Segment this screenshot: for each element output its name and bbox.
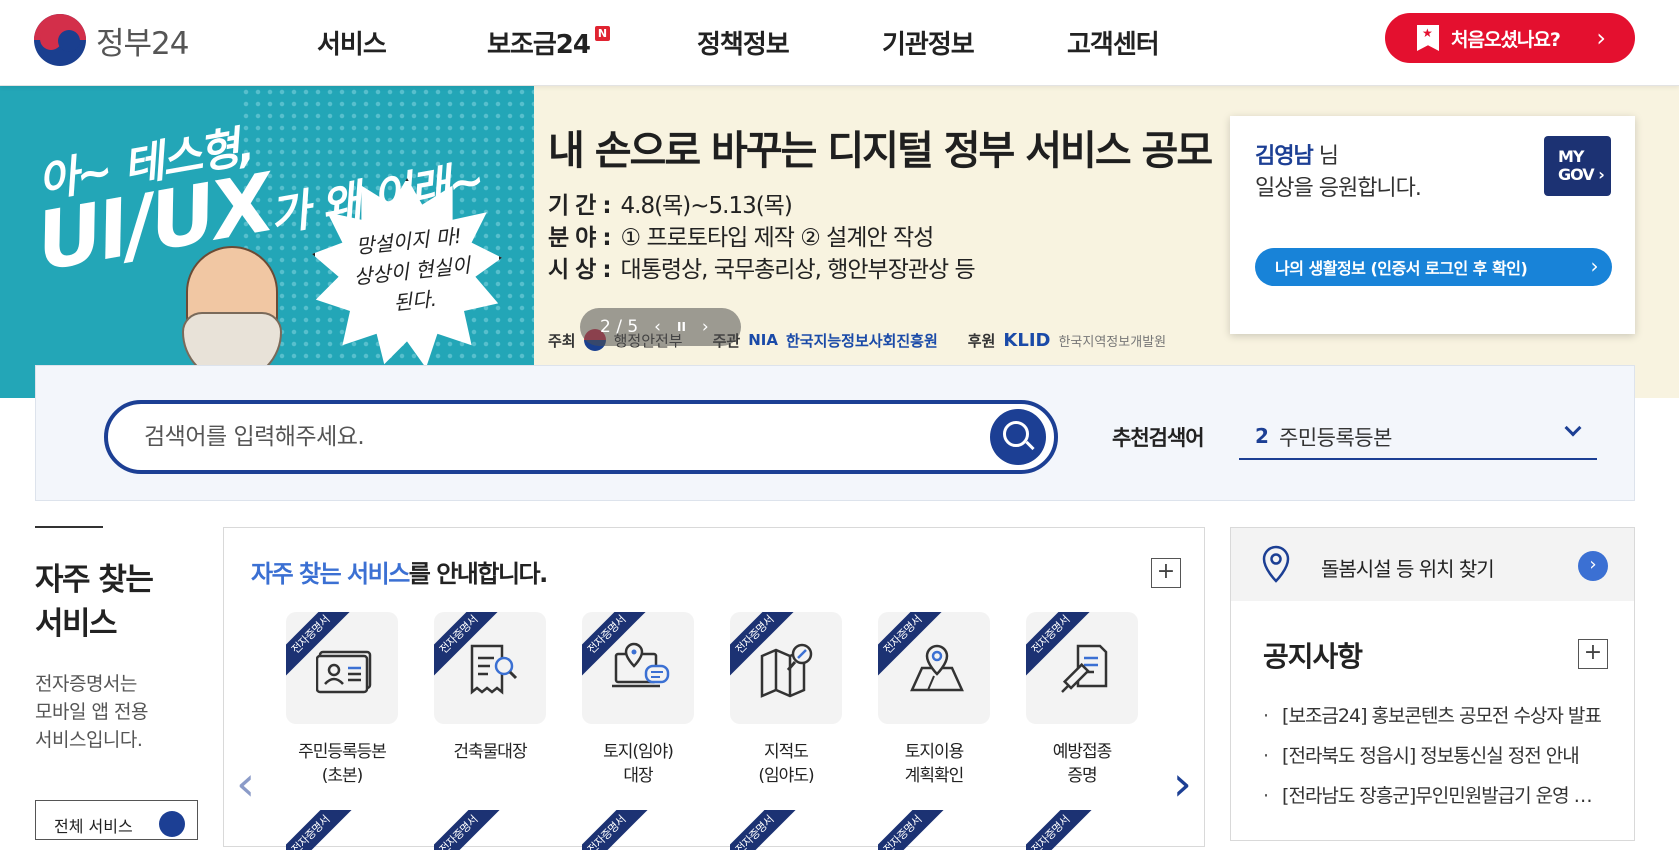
- slide-counter: 2 / 5: [600, 317, 639, 337]
- recommend-term[interactable]: 주민등록등본: [1279, 422, 1392, 452]
- search-section: 추천검색어 2 주민등록등본: [35, 365, 1635, 501]
- mygov-button[interactable]: MY GOV ›: [1544, 136, 1611, 196]
- prev-services-arrow[interactable]: ‹: [236, 760, 255, 808]
- search-input[interactable]: [144, 422, 944, 452]
- my-info-card: 김영남 님 일상을 응원합니다. MY GOV › 나의 생활정보 (인증서 로…: [1230, 116, 1635, 334]
- first-visit-label: 처음오셨나요?: [1451, 28, 1561, 51]
- new-badge: N: [594, 26, 610, 41]
- recommend-label: 추천검색어: [1112, 426, 1205, 450]
- service-item-row2[interactable]: 전자증명서: [878, 810, 990, 850]
- pause-icon[interactable]: II: [677, 320, 686, 334]
- chevron-right-icon[interactable]: ›: [1578, 551, 1608, 581]
- service-item-row2[interactable]: 전자증명서: [582, 810, 694, 850]
- speech-burst-text: 망설이지 마! 상상이 현실이 된다.: [352, 223, 472, 316]
- divider: [35, 526, 103, 528]
- klid-logo: KLID: [1003, 329, 1051, 351]
- care-facility-locator[interactable]: 돌봄시설 등 위치 찾기 ›: [1230, 527, 1635, 602]
- notice-item[interactable]: [전라북도 정읍시] 정보통신실 정전 안내: [1263, 741, 1603, 768]
- service-item-cadastral-map[interactable]: 전자증명서 지적도 (임야도): [730, 612, 842, 788]
- service-item-resident-registration[interactable]: 전자증명서 주민등록등본 (초본): [286, 612, 398, 788]
- banner-title: 내 손으로 바꾸는 디지털 정부 서비스 공모: [548, 128, 1213, 174]
- more-notices-button[interactable]: +: [1578, 639, 1608, 669]
- service-item-land-use-plan[interactable]: 전자증명서 토지이용 계획확인: [878, 612, 990, 788]
- frequent-services-panel: 자주 찾는 서비스를 안내합니다. + 전자증명서 주민등록등본 (초본) 전자증…: [223, 527, 1205, 850]
- government-emblem-icon: [34, 14, 86, 66]
- next-services-arrow[interactable]: ›: [1173, 760, 1192, 808]
- search-button[interactable]: [990, 409, 1046, 465]
- search-box: [104, 400, 1058, 474]
- more-services-button[interactable]: +: [1151, 558, 1181, 588]
- map-search-icon: [760, 643, 813, 698]
- nav-item-customer-center[interactable]: 고객센터: [1067, 24, 1160, 61]
- service-item-land-register[interactable]: 전자증명서 토지(임야) 대장: [582, 612, 694, 788]
- frequent-services-title: 자주 찾는 서비스: [35, 562, 154, 642]
- recommend-dropdown[interactable]: 2 주민등록등본: [1239, 406, 1597, 460]
- service-item-building-register[interactable]: 전자증명서 건축물대장: [434, 612, 546, 764]
- chevron-down-icon[interactable]: [1564, 419, 1582, 437]
- service-item-row2[interactable]: 전자증명서: [434, 810, 546, 850]
- banner-slider-controls: 2 / 5 ‹ II ›: [580, 308, 741, 346]
- banner-period: 기 간 :4.8(목)~5.13(목): [548, 193, 793, 219]
- nav-item-services[interactable]: 서비스: [317, 24, 387, 61]
- first-visit-button[interactable]: 처음오셨나요? ›: [1385, 13, 1635, 63]
- chevron-right-icon: ›: [1596, 24, 1606, 52]
- notice-section: 공지사항 + [보조금24] 홍보콘텐츠 공모전 수상자 발표 [전라북도 정읍…: [1230, 601, 1635, 841]
- site-logo[interactable]: 정부24: [34, 14, 189, 66]
- notice-title: 공지사항: [1263, 640, 1363, 673]
- service-label: 예방접종 증명: [1052, 742, 1113, 786]
- user-name: 김영남: [1255, 144, 1314, 169]
- land-location-icon: [612, 642, 670, 688]
- syringe-icon: [1061, 644, 1108, 693]
- service-label: 토지이용 계획확인: [904, 742, 965, 786]
- recommend-rank: 2: [1255, 424, 1269, 448]
- service-item-vaccination-certificate[interactable]: 전자증명서 예방접종 증명: [1026, 612, 1138, 788]
- nav-item-policy-info[interactable]: 정책정보: [697, 24, 790, 61]
- document-search-icon: [470, 644, 518, 695]
- map-pin-icon: [910, 644, 964, 692]
- banner-illustration[interactable]: 아~ 테스형, UI/UX 가 왜 이래~ 망설이지 마! 상상이 현실이 된다…: [0, 86, 534, 398]
- all-services-button[interactable]: 전체 서비스: [35, 800, 198, 840]
- nav-item-subsidy24-label: 보조금24: [487, 30, 591, 60]
- service-item-row2[interactable]: 전자증명서: [286, 810, 398, 850]
- nia-logo: NIA: [748, 331, 778, 349]
- service-label: 지적도 (임야도): [758, 742, 814, 786]
- services-heading: 자주 찾는 서비스를 안내합니다.: [251, 560, 548, 588]
- user-greeting: 김영남 님: [1255, 144, 1339, 169]
- prev-slide-icon[interactable]: ‹: [654, 317, 661, 337]
- nav-item-subsidy24[interactable]: 보조금24 N: [487, 24, 610, 61]
- frequent-services-desc: 전자증명서는 모바일 앱 전용 서비스입니다.: [35, 673, 148, 751]
- banner-award: 시 상 : 대통령상, 국무총리상, 행안부장관상 등: [548, 257, 976, 283]
- nav-item-agency-info[interactable]: 기관정보: [882, 24, 975, 61]
- banner-field: 분 야 :① 프로토타입 제작 ② 설계안 작성: [548, 225, 934, 251]
- service-item-row2[interactable]: 전자증명서: [1026, 810, 1138, 850]
- location-pin-icon: [1262, 545, 1290, 583]
- life-info-button[interactable]: 나의 생활정보 (인증서 로그인 후 확인) ›: [1255, 248, 1612, 286]
- care-facility-locator-label: 돌봄시설 등 위치 찾기: [1321, 557, 1495, 581]
- bookmark-star-icon: [1417, 25, 1439, 51]
- site-header: 정부24 서비스 보조금24 N 정책정보 기관정보 고객센터 처음오셨나요? …: [0, 0, 1679, 86]
- arrow-circle-icon: [159, 811, 185, 837]
- chevron-right-icon: ›: [1590, 254, 1599, 278]
- service-item-row2[interactable]: 전자증명서: [730, 810, 842, 850]
- greeting-subtitle: 일상을 응원합니다.: [1255, 176, 1422, 201]
- service-label: 주민등록등본 (초본): [298, 742, 387, 786]
- notice-item[interactable]: [전라남도 장흥군]무인민원발급기 운영 중지 안내: [1263, 781, 1603, 808]
- service-label: 건축물대장: [453, 742, 527, 762]
- notice-item[interactable]: [보조금24] 홍보콘텐츠 공모전 수상자 발표: [1263, 701, 1603, 728]
- logo-text: 정부24: [96, 25, 189, 62]
- service-label: 토지(임야) 대장: [603, 742, 674, 786]
- id-card-icon: [316, 650, 372, 694]
- next-slide-icon[interactable]: ›: [702, 317, 709, 337]
